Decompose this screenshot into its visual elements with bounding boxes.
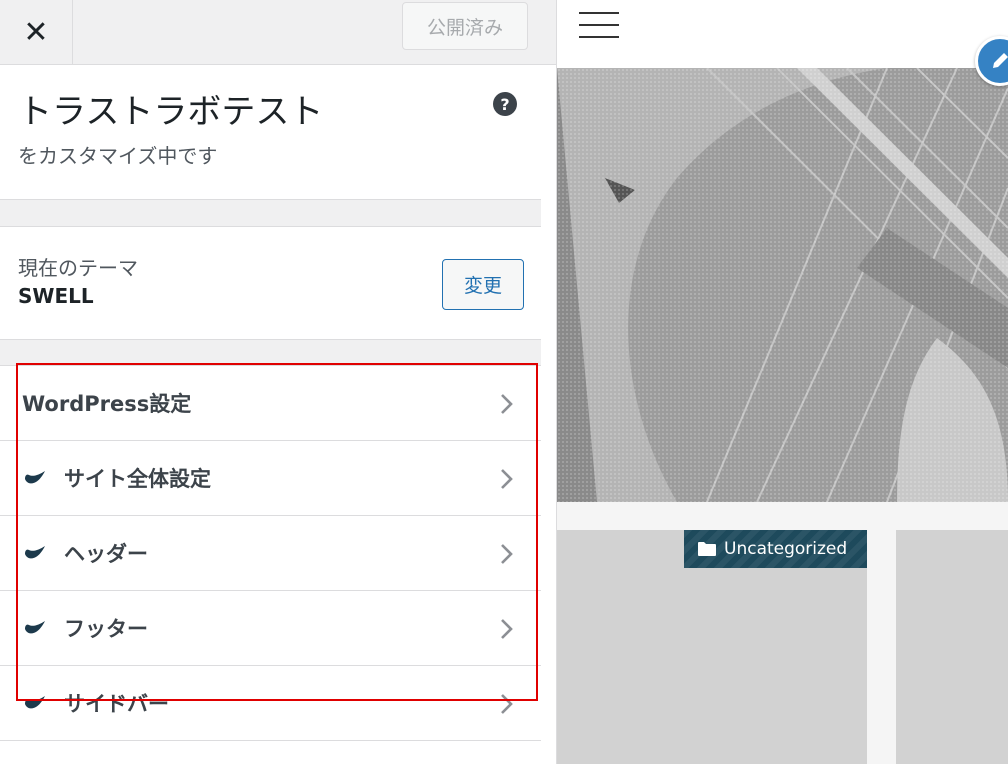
customizer-panel: ✕ 公開済み トラストラボテスト をカスタマイズ中です ? 現在のテーマ SWE… (0, 0, 557, 764)
menu-item-label: WordPress設定 (22, 392, 192, 416)
post-card[interactable] (896, 530, 1008, 764)
preview-header (557, 0, 1008, 68)
change-theme-button[interactable]: 変更 (442, 259, 524, 310)
swell-logo-icon (25, 471, 45, 484)
swell-logo-icon (25, 546, 45, 559)
menu-item-label: サイドバー (64, 692, 169, 716)
category-badge-label: Uncategorized (724, 539, 848, 559)
current-theme-label: 現在のテーマ (18, 256, 138, 280)
customizer-menu: WordPress設定 サイト全体設定 ヘッダー フッター サイドバー (0, 366, 541, 741)
menu-item-wordpress-settings[interactable]: WordPress設定 (0, 366, 541, 441)
section-divider (0, 199, 541, 227)
menu-item-label: サイト全体設定 (64, 467, 211, 491)
site-preview: Uncategorized (557, 0, 1008, 764)
pencil-icon (993, 53, 1008, 68)
swell-logo-icon (25, 621, 45, 634)
close-icon: ✕ (23, 14, 49, 50)
menu-item-label: ヘッダー (64, 542, 148, 566)
help-icon[interactable]: ? (493, 92, 517, 116)
menu-item-header[interactable]: ヘッダー (0, 516, 541, 591)
menu-item-sidebar[interactable]: サイドバー (0, 666, 541, 741)
menu-item-site-settings[interactable]: サイト全体設定 (0, 441, 541, 516)
chevron-right-icon (501, 694, 513, 714)
folder-icon (698, 542, 716, 556)
chevron-right-icon (501, 544, 513, 564)
publish-button[interactable]: 公開済み (402, 2, 528, 50)
site-title: トラストラボテスト (18, 92, 324, 132)
hero-image (557, 68, 1008, 502)
menu-item-label: フッター (64, 617, 148, 641)
chevron-right-icon (501, 619, 513, 639)
section-divider (0, 339, 541, 366)
customizing-subtitle: をカスタマイズ中です (18, 144, 218, 168)
close-button[interactable]: ✕ (0, 0, 73, 64)
swell-logo-icon (25, 696, 45, 709)
menu-item-footer[interactable]: フッター (0, 591, 541, 666)
chevron-right-icon (501, 469, 513, 489)
customizer-header: ✕ 公開済み (0, 0, 556, 65)
hamburger-menu-icon[interactable] (579, 12, 619, 40)
chevron-right-icon (501, 394, 513, 414)
category-badge[interactable]: Uncategorized (684, 530, 867, 568)
current-theme-name: SWELL (18, 284, 94, 308)
